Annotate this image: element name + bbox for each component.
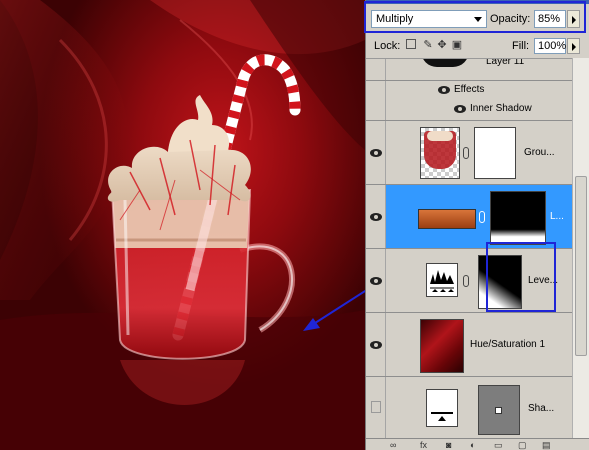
layer-name: Grou...: [524, 147, 555, 158]
blend-options-row: Multiply Opacity: 85%: [366, 4, 589, 32]
layer-row-hue-saturation[interactable]: Hue/Saturation 1: [366, 313, 572, 377]
layers-panel: Multiply Opacity: 85% Lock: ✎ ✥ ▣ Fill: …: [364, 0, 589, 450]
fill-slider-button[interactable]: [567, 38, 580, 54]
opacity-label: Opacity:: [490, 13, 531, 25]
visibility-toggle[interactable]: [366, 377, 386, 438]
lock-all-icon[interactable]: ▣: [451, 39, 463, 51]
layer-thumbnail: [418, 209, 476, 229]
layer-mask-thumbnail[interactable]: [490, 191, 546, 245]
blend-mode-dropdown[interactable]: Multiply: [371, 10, 487, 28]
layer-row-selected[interactable]: L...: [366, 185, 572, 249]
blend-mode-value: Multiply: [376, 13, 414, 25]
layer-thumbnail: [421, 59, 469, 67]
add-mask-icon[interactable]: ◙: [446, 440, 451, 450]
chevron-down-icon: [474, 17, 482, 22]
layer-mask-thumbnail[interactable]: [474, 127, 516, 179]
layer-thumbnail: [420, 127, 460, 179]
lock-transparency-icon[interactable]: [406, 39, 416, 49]
layer-list[interactable]: Layer 11 Effects Inner Shadow Grou... L.…: [366, 58, 572, 438]
visibility-toggle[interactable]: [366, 59, 386, 80]
visibility-toggle[interactable]: [366, 185, 386, 248]
layer-mask-thumbnail[interactable]: [478, 385, 520, 435]
lock-fill-row: Lock: ✎ ✥ ▣ Fill: 100%: [366, 36, 589, 56]
visibility-toggle[interactable]: [366, 99, 386, 120]
artwork-mug-with-candy-cane: [0, 0, 365, 450]
layer-name: Leve...: [528, 275, 559, 286]
new-group-icon[interactable]: ▭: [494, 440, 503, 450]
effect-name: Inner Shadow: [470, 103, 532, 114]
eye-icon[interactable]: [438, 86, 450, 94]
chain-icon[interactable]: [463, 275, 469, 287]
eye-icon[interactable]: [370, 277, 382, 285]
visibility-toggle[interactable]: [366, 249, 386, 312]
fill-input[interactable]: 100%: [534, 38, 566, 54]
visibility-toggle[interactable]: [366, 313, 386, 376]
eye-icon[interactable]: [370, 341, 382, 349]
fx-icon[interactable]: fx: [420, 440, 427, 450]
panel-bottom-toolbar: ∞ fx ◙ ◐ ▭ ▢ ▤: [366, 438, 589, 450]
link-layers-icon[interactable]: ∞: [390, 440, 396, 450]
eye-icon[interactable]: [370, 213, 382, 221]
opacity-input[interactable]: 85%: [534, 10, 566, 28]
effect-inner-shadow-row[interactable]: Inner Shadow: [366, 99, 572, 121]
lock-position-move-icon[interactable]: ✥: [436, 39, 448, 51]
new-layer-icon[interactable]: ▢: [518, 440, 527, 450]
layer-list-scrollbar[interactable]: [572, 58, 589, 438]
layer-thumbnail: [420, 319, 464, 373]
layer-thumbnail: [426, 389, 458, 427]
scrollbar-thumb[interactable]: [575, 176, 587, 356]
visibility-off-box[interactable]: [371, 401, 381, 413]
layer-name: Layer 11: [486, 58, 525, 67]
opacity-slider-button[interactable]: [567, 10, 580, 28]
lock-label: Lock:: [374, 40, 401, 52]
layer-row-partial[interactable]: Layer 11: [366, 59, 572, 81]
layer-name: Hue/Saturation 1: [470, 339, 546, 350]
layer-name: L...: [550, 211, 564, 222]
layer-mask-thumbnail[interactable]: [478, 255, 522, 309]
visibility-toggle[interactable]: [366, 81, 386, 99]
layer-row-levels[interactable]: Leve...: [366, 249, 572, 313]
chain-icon[interactable]: [479, 211, 485, 223]
eye-icon[interactable]: [454, 105, 466, 113]
fill-label: Fill:: [512, 40, 530, 52]
effects-label: Effects: [454, 84, 485, 95]
eye-icon[interactable]: [370, 149, 382, 157]
adjustment-layer-icon[interactable]: ◐: [470, 440, 475, 450]
document-canvas[interactable]: [0, 0, 365, 450]
lock-pixels-brush-icon[interactable]: ✎: [422, 39, 434, 51]
visibility-toggle[interactable]: [366, 121, 386, 184]
effects-row[interactable]: Effects: [366, 81, 572, 99]
layer-row-shape[interactable]: Sha...: [366, 377, 572, 438]
layer-name: Sha...: [528, 403, 555, 414]
trash-icon[interactable]: ▤: [542, 440, 551, 450]
chain-icon[interactable]: [463, 147, 469, 159]
levels-adjustment-icon: [426, 263, 458, 297]
layer-row-group[interactable]: Grou...: [366, 121, 572, 185]
